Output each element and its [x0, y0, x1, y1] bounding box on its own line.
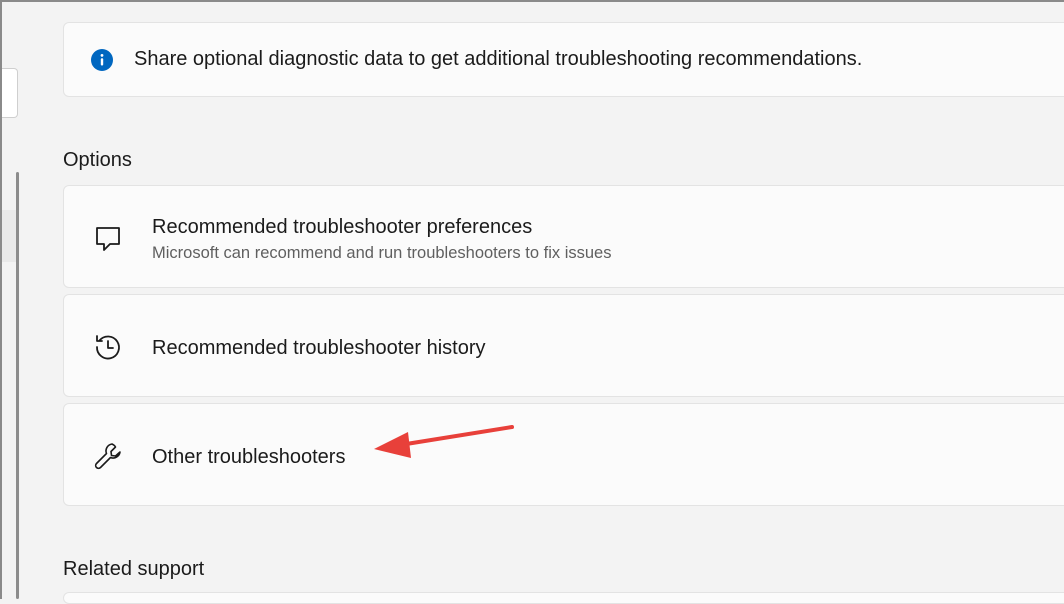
item-title: Recommended troubleshooter preferences — [152, 216, 533, 238]
diagnostic-data-info-bar: Share optional diagnostic data to get ad… — [63, 22, 1064, 97]
options-heading: Options — [63, 149, 132, 171]
recommended-troubleshooter-history-item[interactable]: Recommended troubleshooter history — [63, 294, 1064, 397]
annotation-arrow — [374, 425, 514, 458]
related-support-card[interactable] — [63, 592, 1064, 604]
navigation-selection-strip — [2, 210, 16, 262]
info-bar-text: Share optional diagnostic data to get ad… — [134, 48, 863, 70]
related-support-heading: Related support — [63, 558, 205, 580]
info-icon — [91, 49, 113, 71]
navigation-pane-edge[interactable] — [2, 68, 18, 118]
scrollbar-thumb[interactable] — [16, 172, 19, 599]
chat-bubble-icon — [96, 227, 120, 251]
item-subtitle: Microsoft can recommend and run troubles… — [152, 244, 612, 262]
recommended-troubleshooter-preferences-item[interactable]: Recommended troubleshooter preferences M… — [63, 185, 1064, 288]
history-icon — [96, 335, 120, 360]
other-troubleshooters-item[interactable]: Other troubleshooters — [63, 403, 1064, 506]
item-title: Recommended troubleshooter history — [152, 337, 486, 359]
item-title: Other troubleshooters — [152, 446, 346, 468]
wrench-icon — [94, 443, 121, 470]
